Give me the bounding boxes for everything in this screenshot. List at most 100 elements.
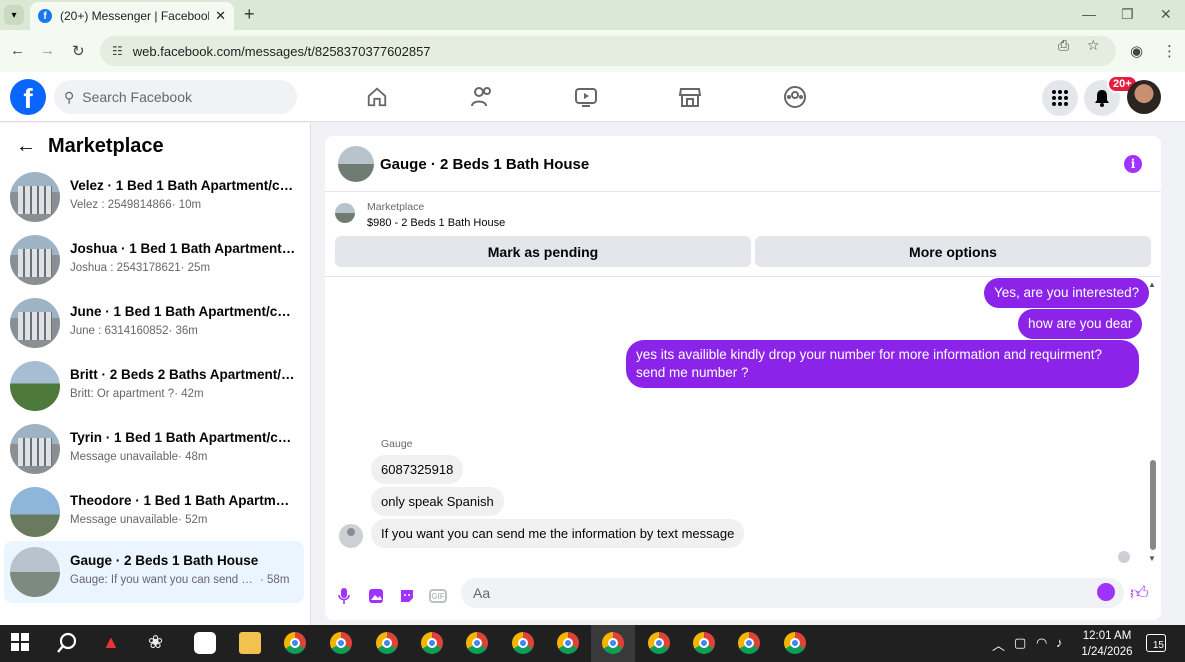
microphone-icon[interactable]: [334, 586, 354, 606]
message-list: Yes, are you interested? how are you dea…: [325, 278, 1161, 566]
home-icon[interactable]: [364, 84, 390, 110]
conversation-item[interactable]: Velez · 1 Bed 1 Bath Apartment/co... Vel…: [4, 166, 304, 228]
volume-icon[interactable]: ♪: [1056, 635, 1063, 650]
message-input[interactable]: Aa: [461, 578, 1124, 608]
info-icon[interactable]: i: [1124, 155, 1142, 173]
photo-icon[interactable]: [366, 586, 386, 606]
url-input[interactable]: ☷ web.facebook.com/messages/t/8258370377…: [100, 36, 1116, 66]
clock-date: 1/24/2026: [1081, 646, 1133, 658]
sticker-icon[interactable]: [397, 586, 417, 606]
app-capcut-icon[interactable]: [194, 632, 216, 654]
thumbs-up-like-icon[interactable]: 👍︎: [1130, 582, 1149, 604]
marketplace-icon[interactable]: [677, 84, 703, 110]
tray-device-icon[interactable]: ▢: [1014, 635, 1026, 651]
facebook-favicon-icon: f: [38, 9, 52, 23]
tray-chevron-up-icon[interactable]: ︿: [992, 635, 1005, 654]
message-scrollbar[interactable]: ▲ ▼: [1148, 278, 1158, 566]
search-input[interactable]: ⚲ Search Facebook: [54, 80, 297, 114]
close-window-icon[interactable]: ✕: [1160, 6, 1172, 23]
chrome-taskbar-icon[interactable]: [284, 632, 306, 654]
install-app-icon[interactable]: ⎙: [1058, 37, 1069, 54]
conversation-time: · 42m: [174, 388, 204, 400]
chrome-taskbar-icon[interactable]: [330, 632, 352, 654]
groups-icon[interactable]: [782, 84, 808, 110]
back-arrow-icon[interactable]: ←: [16, 135, 36, 158]
file-explorer-icon[interactable]: [239, 632, 261, 654]
chat-header: Gauge · 2 Beds 1 Bath House i: [325, 136, 1161, 192]
menu-grid-icon[interactable]: [1042, 80, 1078, 116]
browser-tab[interactable]: f (20+) Messenger | Facebook ✕: [30, 2, 234, 30]
mark-pending-button[interactable]: Mark as pending: [335, 236, 751, 267]
tab-close-icon[interactable]: ✕: [215, 8, 226, 24]
incoming-message: only speak Spanish: [371, 487, 504, 516]
restore-icon[interactable]: ❐: [1121, 6, 1134, 23]
url-text: web.facebook.com/messages/t/825837037760…: [132, 43, 431, 59]
listing-price-title[interactable]: $980 - 2 Beds 1 Bath House: [367, 217, 505, 229]
conversation-preview: Joshua : 2543178621: [70, 262, 181, 274]
message-placeholder: Aa: [473, 585, 491, 601]
profile-icon[interactable]: ◉: [1130, 42, 1143, 60]
chat-title[interactable]: Gauge · 2 Beds 1 Bath House: [380, 156, 589, 173]
clock-time: 12:01 AM: [1082, 630, 1132, 642]
scroll-down-icon[interactable]: ▼: [1148, 554, 1156, 563]
listing-thumbnail: [10, 298, 60, 348]
new-tab-icon[interactable]: +: [244, 4, 255, 25]
emoji-icon[interactable]: [1097, 583, 1115, 601]
chat-panel: Gauge · 2 Beds 1 Bath House i Marketplac…: [325, 136, 1161, 620]
chrome-taskbar-icon[interactable]: [512, 632, 534, 654]
scroll-up-icon[interactable]: ▲: [1148, 280, 1156, 289]
app-paint-icon[interactable]: ❀: [148, 632, 170, 654]
app-red-icon[interactable]: ▲: [102, 632, 124, 654]
chrome-taskbar-icon[interactable]: [738, 632, 760, 654]
chrome-taskbar-icon[interactable]: [784, 632, 806, 654]
listing-thumbnail: [10, 361, 60, 411]
listing-small-thumbnail: [335, 203, 355, 223]
incoming-message: 6087325918: [371, 455, 464, 484]
chrome-taskbar-icon-active[interactable]: [602, 632, 624, 654]
chrome-menu-icon[interactable]: ⋮: [1162, 42, 1177, 60]
windows-taskbar: ▲ ❀ ︿ ▢ ◠ ♪ 12:01 AM 1/24/2026 15: [0, 625, 1185, 662]
conversation-item[interactable]: Britt · 2 Beds 2 Baths Apartment/c... Br…: [4, 355, 304, 417]
chrome-taskbar-icon[interactable]: [693, 632, 715, 654]
conversation-name: June · 1 Bed 1 Bath Apartment/con...: [70, 304, 296, 319]
taskbar-clock[interactable]: 12:01 AM 1/24/2026: [1078, 628, 1136, 660]
gif-icon[interactable]: GIF: [429, 589, 447, 603]
conversation-item[interactable]: Theodore · 1 Bed 1 Bath Apartmen... Mess…: [4, 481, 304, 543]
friends-icon[interactable]: [469, 84, 495, 110]
account-avatar[interactable]: [1127, 80, 1161, 114]
listing-thumbnail: [10, 424, 60, 474]
chrome-taskbar-icon[interactable]: [648, 632, 670, 654]
chrome-taskbar-icon[interactable]: [376, 632, 398, 654]
tab-search-chevron-icon[interactable]: ▾: [4, 5, 24, 25]
video-icon[interactable]: [573, 84, 599, 110]
notification-center-icon[interactable]: 15: [1146, 634, 1166, 652]
windows-start-icon[interactable]: [10, 632, 32, 654]
chat-listing-thumbnail[interactable]: [338, 146, 374, 182]
more-options-button[interactable]: More options: [755, 236, 1151, 267]
conversation-item-active[interactable]: Gauge · 2 Beds 1 Bath House Gauge: If yo…: [4, 541, 304, 603]
wifi-icon[interactable]: ◠: [1036, 635, 1047, 651]
conversation-item[interactable]: June · 1 Bed 1 Bath Apartment/con... Jun…: [4, 292, 304, 354]
conversation-item[interactable]: Joshua · 1 Bed 1 Bath Apartment/c... Jos…: [4, 229, 304, 291]
conversation-preview: Message unavailable: [70, 451, 179, 463]
search-icon: ⚲: [64, 88, 75, 105]
facebook-logo-icon[interactable]: f: [10, 79, 46, 115]
back-icon[interactable]: ←: [10, 42, 25, 59]
reload-icon[interactable]: ↻: [72, 42, 85, 60]
scrollbar-thumb[interactable]: [1150, 460, 1156, 550]
conversation-preview: Message unavailable: [70, 514, 179, 526]
bookmark-star-icon[interactable]: ☆: [1087, 37, 1100, 54]
outgoing-message: how are you dear: [1018, 309, 1143, 339]
search-taskbar-icon[interactable]: [56, 632, 78, 654]
conversation-name: Velez · 1 Bed 1 Bath Apartment/co...: [70, 178, 296, 193]
site-info-icon[interactable]: ☷: [112, 44, 123, 58]
incoming-message: If you want you can send me the informat…: [371, 519, 745, 548]
sidebar-title: Marketplace: [48, 135, 164, 157]
conversation-preview: Gauge: If you want you can send m...: [70, 574, 260, 586]
chrome-taskbar-icon[interactable]: [466, 632, 488, 654]
minimize-icon[interactable]: —: [1082, 6, 1096, 22]
forward-icon[interactable]: →: [40, 42, 55, 59]
chrome-taskbar-icon[interactable]: [421, 632, 443, 654]
chrome-taskbar-icon[interactable]: [557, 632, 579, 654]
conversation-item[interactable]: Tyrin · 1 Bed 1 Bath Apartment/con... Me…: [4, 418, 304, 480]
